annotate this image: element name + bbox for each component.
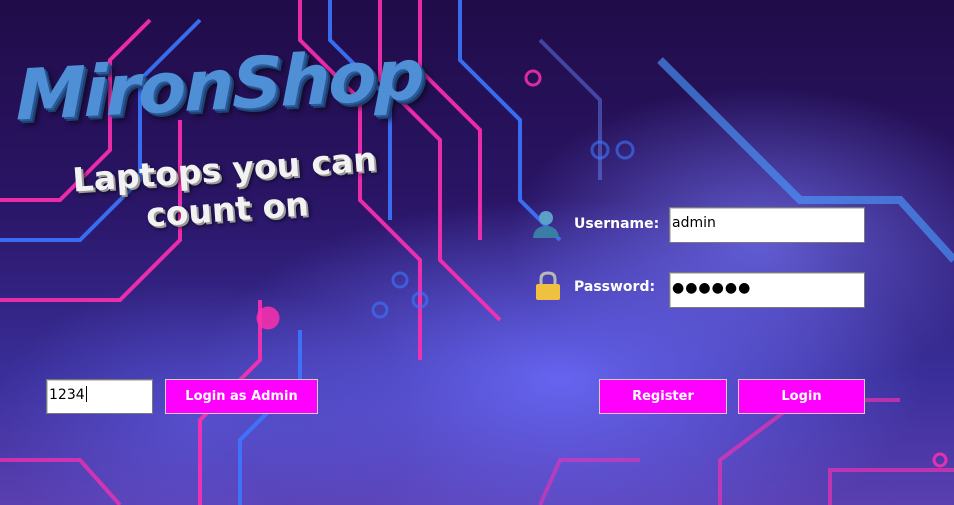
username-input[interactable]: admin xyxy=(669,207,865,243)
password-label: Password: xyxy=(574,279,656,295)
admin-code-value: 1234 xyxy=(49,387,85,403)
admin-code-input[interactable]: 1234 xyxy=(46,379,153,414)
password-input[interactable]: ●●●●●● xyxy=(669,272,865,308)
user-icon xyxy=(530,208,562,240)
register-button[interactable]: Register xyxy=(599,379,727,414)
username-label: Username: xyxy=(574,216,660,232)
login-button[interactable]: Login xyxy=(738,379,865,414)
login-as-admin-button[interactable]: Login as Admin xyxy=(165,379,318,414)
lock-icon xyxy=(532,270,564,302)
text-caret xyxy=(85,386,87,402)
